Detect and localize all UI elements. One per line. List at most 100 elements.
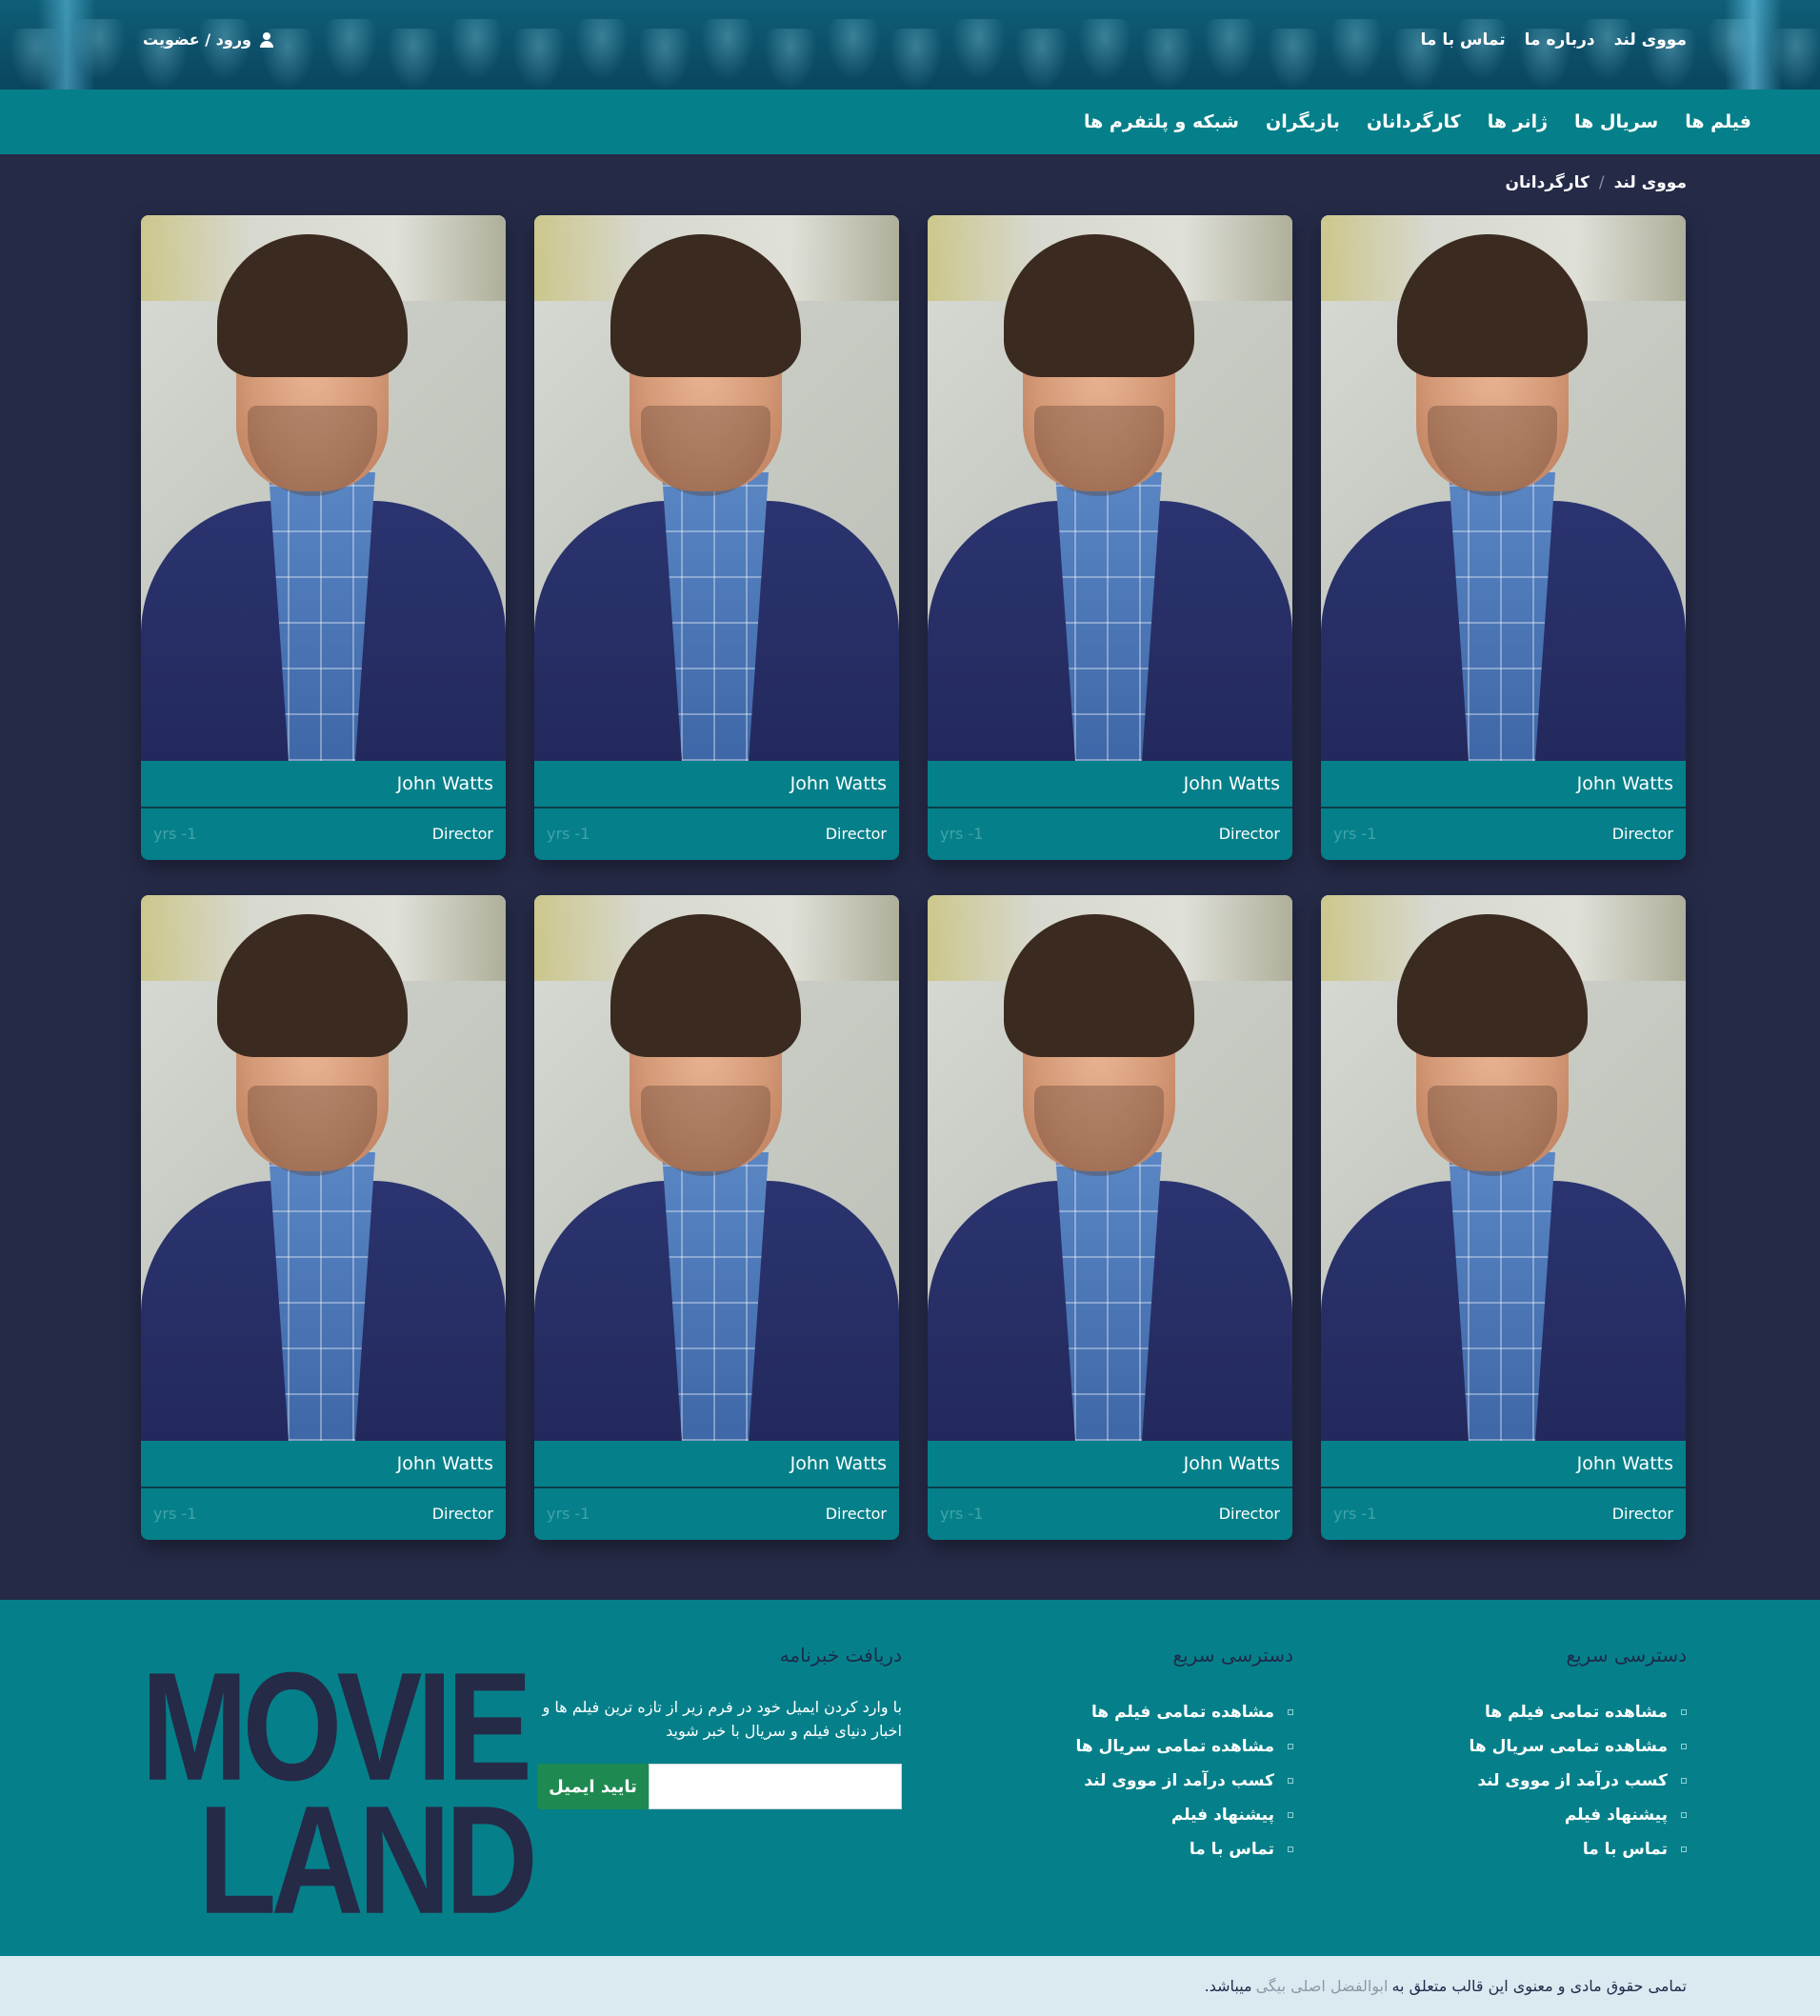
bullet-icon: [1681, 1778, 1687, 1784]
copyright-suffix: میباشد.: [1204, 1977, 1252, 1995]
seat-shape: [450, 19, 503, 80]
director-card[interactable]: John Watts Director yrs -1: [928, 215, 1292, 860]
footer-link[interactable]: تماس با ما: [931, 1832, 1293, 1866]
director-card[interactable]: John Watts Director yrs -1: [1321, 215, 1686, 860]
seat-shape: [1078, 19, 1131, 80]
director-age: yrs -1: [547, 1504, 590, 1523]
director-meta: Director yrs -1: [928, 1488, 1292, 1538]
seat-shape: [1015, 29, 1069, 90]
footer-link[interactable]: تماس با ما: [1325, 1832, 1687, 1866]
bullet-icon: [1288, 1846, 1293, 1852]
bullet-icon: [1681, 1709, 1687, 1715]
footer-link[interactable]: مشاهده تمامی فیلم ها: [1325, 1695, 1687, 1729]
seat-shape: [1141, 29, 1194, 90]
breadcrumb-home[interactable]: مووی لند: [1614, 173, 1687, 192]
footer-link[interactable]: مشاهده تمامی فیلم ها: [931, 1695, 1293, 1729]
director-name: John Watts: [1321, 761, 1686, 808]
director-card[interactable]: John Watts Director yrs -1: [141, 215, 506, 860]
nav-item-networks[interactable]: شبکه و پلتفرم ها: [1084, 111, 1239, 132]
footer-link-label: پیشنهاد فیلم: [1170, 1806, 1274, 1825]
director-name: John Watts: [141, 1441, 506, 1488]
footer-col-title: دسترسی سریع: [1172, 1644, 1293, 1667]
seat-shape: [512, 29, 566, 90]
footer-quick-access-1: دسترسی سریع مشاهده تمامی فیلم ها مشاهده …: [1325, 1644, 1687, 1866]
nav-item-directors[interactable]: کارگردانان: [1367, 111, 1461, 132]
seat-shape: [952, 19, 1006, 80]
director-meta: Director yrs -1: [141, 808, 506, 858]
director-card[interactable]: John Watts Director yrs -1: [1321, 895, 1686, 1540]
nav-item-actors[interactable]: بازیگران: [1266, 111, 1340, 132]
director-card[interactable]: John Watts Director yrs -1: [534, 895, 899, 1540]
light-right: [1725, 0, 1782, 90]
bullet-icon: [1288, 1709, 1293, 1715]
seat-shape: [1267, 29, 1320, 90]
seat-shape: [1581, 19, 1634, 80]
director-photo: [1321, 215, 1686, 761]
footer-link[interactable]: کسب درآمد از مووی لند: [931, 1764, 1293, 1798]
breadcrumb-separator: /: [1598, 173, 1605, 192]
director-age: yrs -1: [153, 824, 197, 843]
footer-link[interactable]: پیشنهاد فیلم: [931, 1798, 1293, 1832]
director-age: yrs -1: [940, 1504, 984, 1523]
nav-item-genres[interactable]: ژانر ها: [1488, 111, 1548, 132]
top-link-contact[interactable]: تماس با ما: [1421, 30, 1506, 50]
seat-shape: [324, 19, 377, 80]
director-role: Director: [825, 1504, 887, 1523]
director-age: yrs -1: [547, 824, 590, 843]
footer-link[interactable]: پیشنهاد فیلم: [1325, 1798, 1687, 1832]
director-role: Director: [825, 824, 887, 843]
director-photo: [141, 215, 506, 761]
copyright-prefix: تمامی حقوق مادی و معنوی این قالب متعلق ب…: [1391, 1977, 1687, 1995]
footer-link-label: مشاهده تمامی سریال ها: [1075, 1737, 1274, 1756]
footer-link-label: کسب درآمد از مووی لند: [1477, 1771, 1668, 1790]
nav-item-series[interactable]: سریال ها: [1574, 111, 1658, 132]
director-name: John Watts: [534, 1441, 899, 1488]
light-left: [38, 0, 95, 90]
top-header: مووی لند درباره ما تماس با ما ورود / عضو…: [0, 0, 1820, 90]
footer-link[interactable]: مشاهده تمامی سریال ها: [931, 1729, 1293, 1764]
seat-shape: [890, 29, 943, 90]
seat-shape: [1455, 19, 1509, 80]
user-icon: [259, 31, 274, 48]
director-role: Director: [1218, 1504, 1280, 1523]
newsletter-email-input[interactable]: [649, 1764, 902, 1809]
director-photo: [534, 895, 899, 1441]
director-photo: [1321, 895, 1686, 1441]
director-meta: Director yrs -1: [534, 808, 899, 858]
director-photo: [928, 215, 1292, 761]
director-card[interactable]: John Watts Director yrs -1: [534, 215, 899, 860]
top-link-about[interactable]: درباره ما: [1525, 30, 1595, 50]
director-card[interactable]: John Watts Director yrs -1: [928, 895, 1292, 1540]
director-photo: [534, 215, 899, 761]
footer-link-label: پیشنهاد فیلم: [1564, 1806, 1668, 1825]
director-meta: Director yrs -1: [1321, 808, 1686, 858]
footer-link-label: مشاهده تمامی فیلم ها: [1090, 1703, 1274, 1722]
director-meta: Director yrs -1: [534, 1488, 899, 1538]
director-card[interactable]: John Watts Director yrs -1: [141, 895, 506, 1540]
footer: دسترسی سریع مشاهده تمامی فیلم ها مشاهده …: [0, 1600, 1820, 1956]
login-button[interactable]: ورود / عضویت: [143, 30, 274, 49]
directors-grid: John Watts Director yrs -1 John Watts Di…: [141, 215, 1686, 1540]
copyright-author-link[interactable]: ابوالفضل اصلی بیگی: [1256, 1977, 1389, 1995]
director-role: Director: [431, 824, 493, 843]
director-role: Director: [431, 1504, 493, 1523]
nav-item-movies[interactable]: فیلم ها: [1685, 111, 1751, 132]
newsletter-title: دریافت خبرنامه: [779, 1644, 902, 1667]
footer-link[interactable]: مشاهده تمامی سریال ها: [1325, 1729, 1687, 1764]
seat-shape: [387, 29, 440, 90]
login-label: ورود / عضویت: [143, 30, 251, 49]
director-role: Director: [1611, 1504, 1673, 1523]
top-link-home[interactable]: مووی لند: [1614, 30, 1687, 50]
bullet-icon: [1288, 1744, 1293, 1749]
footer-link-label: تماس با ما: [1582, 1840, 1668, 1859]
bullet-icon: [1681, 1846, 1687, 1852]
footer-link-label: مشاهده تمامی سریال ها: [1469, 1737, 1668, 1756]
newsletter-submit-button[interactable]: تایید ایمیل: [537, 1764, 649, 1809]
director-age: yrs -1: [153, 1504, 197, 1523]
bullet-icon: [1681, 1812, 1687, 1818]
director-name: John Watts: [534, 761, 899, 808]
director-name: John Watts: [1321, 1441, 1686, 1488]
top-links: مووی لند درباره ما تماس با ما: [1421, 30, 1687, 50]
footer-link-label: مشاهده تمامی فیلم ها: [1484, 1703, 1668, 1722]
footer-link[interactable]: کسب درآمد از مووی لند: [1325, 1764, 1687, 1798]
